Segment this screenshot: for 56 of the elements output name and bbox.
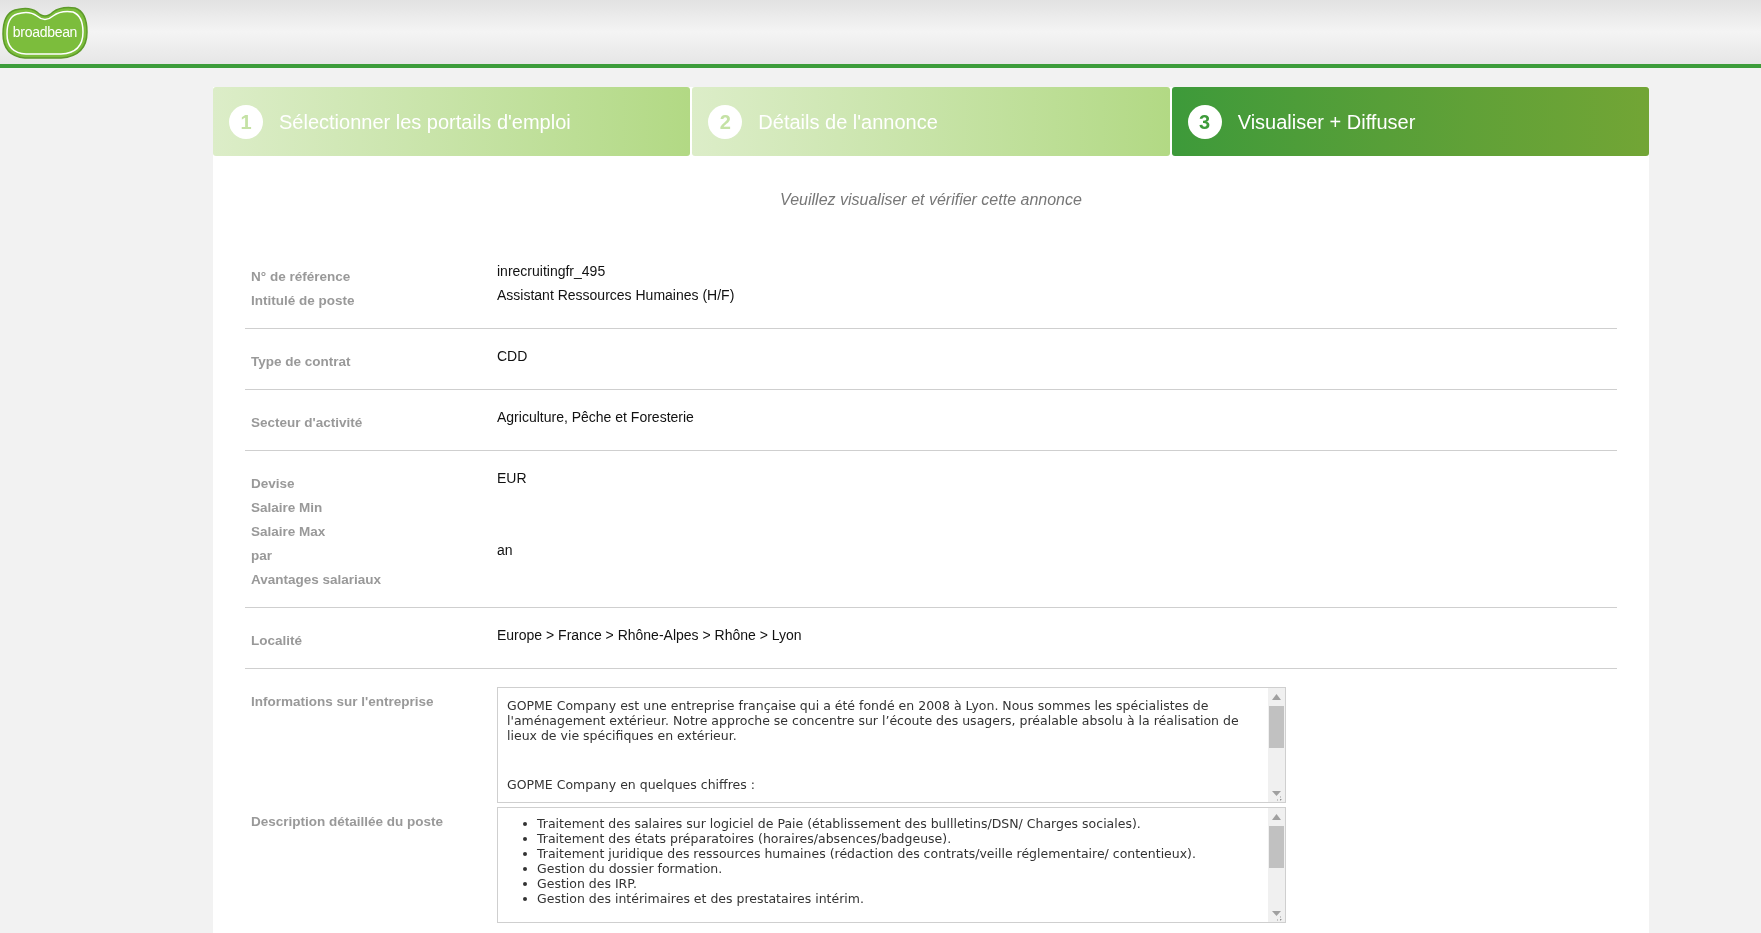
list-item: Gestion des intérimaires et des prestataires intérim.	[537, 891, 864, 906]
field-label: par	[250, 547, 273, 565]
scroll-up-icon[interactable]	[1272, 814, 1281, 820]
field-value: EUR	[497, 469, 527, 488]
bullet-icon	[523, 852, 527, 856]
text-area[interactable]	[497, 807, 1286, 923]
field-label: Salaire Max	[250, 523, 327, 541]
field-value: an	[497, 541, 513, 560]
list-item: Gestion du dossier formation.	[537, 861, 723, 876]
paragraph: GOPME Company en quelques chiffres :	[507, 777, 756, 792]
step-tab[interactable]: 2 Détails de l'annonce	[692, 87, 1170, 156]
step-label: Sélectionner les portails d'emploi	[279, 109, 571, 135]
bullet-icon	[523, 897, 527, 901]
list-item: Traitement juridique des ressources humaines (rédaction des contrats/veille réglementaire/ contentieux).	[537, 846, 1196, 861]
bullet-icon	[523, 837, 527, 841]
step-number: 1	[229, 104, 263, 139]
field-label: Devise	[250, 475, 296, 493]
scrollbar[interactable]	[1268, 688, 1285, 802]
step-number: 3	[1187, 104, 1222, 139]
subtitle: Veuillez visualiser et vérifier cette annonce	[780, 191, 1082, 208]
field-value: inrecruitingfr_495	[497, 262, 606, 281]
bean-icon	[1, 4, 89, 60]
field-label: Localité	[250, 632, 303, 650]
bullet-icon	[523, 822, 527, 826]
field-label: N° de référence	[250, 268, 352, 286]
field-value: CDD	[497, 347, 528, 366]
field-label: Description détaillée du poste	[250, 813, 445, 831]
bullet-icon	[523, 882, 527, 886]
list-item: Gestion des IRP.	[537, 876, 637, 891]
scrollbar-thumb[interactable]	[1269, 826, 1284, 868]
scrollbar-thumb[interactable]	[1269, 706, 1284, 748]
scrollbar[interactable]	[1268, 808, 1285, 922]
text-area[interactable]	[497, 687, 1286, 803]
logo[interactable]: broadbean	[1, 4, 89, 60]
paragraph: GOPME Company est une entreprise française qui a été fondé en 2008 à Lyon. Nous sommes les spécialistes de l'aménagement extérieur. Notre approche se concentre sur l’écoute des usagers, préalable absolu à la réalisation de lieux de vie spécifiques en extérieur.	[507, 698, 1240, 743]
step-label: Détails de l'annonce	[758, 109, 938, 135]
scroll-down-icon[interactable]	[1271, 790, 1282, 801]
field-value: Assistant Ressources Humaines (H/F)	[497, 286, 735, 305]
field-label: Salaire Min	[250, 499, 324, 517]
scroll-up-icon[interactable]	[1272, 694, 1281, 700]
list-item: Traitement des états préparatoires (horaires/absences/badgeuse).	[537, 831, 952, 846]
field-label: Type de contrat	[250, 353, 352, 371]
field-value: Agriculture, Pêche et Foresterie	[497, 408, 694, 427]
field-value: Europe > France > Rhône-Alpes > Rhône > Lyon	[497, 626, 802, 645]
field-label: Informations sur l'entreprise	[250, 693, 435, 711]
field-label: Avantages salariaux	[250, 571, 383, 589]
field-label: Intitulé de poste	[250, 292, 356, 310]
field-label: Secteur d'activité	[250, 414, 364, 432]
step-number: 2	[708, 104, 743, 139]
logo-text: broadbean	[12, 22, 78, 42]
step-label: Visualiser + Diffuser	[1237, 109, 1416, 135]
scroll-down-icon[interactable]	[1271, 910, 1282, 921]
step-tab[interactable]: 1 Sélectionner les portails d'emploi	[213, 87, 691, 156]
bullet-icon	[523, 867, 527, 871]
list-item: Traitement des salaires sur logiciel de Paie (établissement des bullletins/DSN/ Charges sociales).	[537, 816, 1141, 831]
step-tab[interactable]: 3 Visualiser + Diffuser	[1171, 87, 1649, 156]
